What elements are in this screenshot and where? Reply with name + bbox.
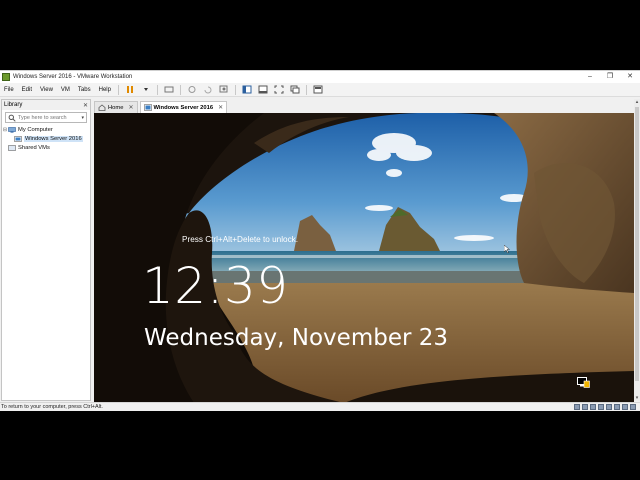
tab-windows-server-2016[interactable]: Windows Server 2016 ✕ bbox=[139, 101, 228, 113]
tree-item-label: Shared VMs bbox=[18, 144, 50, 151]
tab-bar: Home ✕ Windows Server 2016 ✕ bbox=[94, 100, 640, 113]
chevron-down-icon bbox=[143, 88, 148, 91]
device-status-icons bbox=[572, 404, 636, 410]
scroll-up-button[interactable]: ▴ bbox=[634, 99, 640, 105]
message-log-icon[interactable] bbox=[630, 404, 636, 410]
menu-file[interactable]: File bbox=[0, 83, 18, 97]
minimize-button[interactable]: – bbox=[580, 71, 600, 83]
vertical-scrollbar[interactable]: ▴ ▾ bbox=[634, 99, 640, 401]
menu-tabs[interactable]: Tabs bbox=[74, 83, 95, 97]
suspend-button[interactable] bbox=[124, 84, 136, 95]
tree-item-label: Windows Server 2016 bbox=[24, 135, 83, 142]
power-dropdown-button[interactable] bbox=[140, 84, 152, 95]
tab-home[interactable]: Home ✕ bbox=[94, 101, 138, 113]
library-title: Library bbox=[4, 102, 23, 108]
full-screen-button[interactable] bbox=[273, 84, 285, 95]
toolbar-separator bbox=[156, 84, 158, 95]
maximize-button[interactable]: ❐ bbox=[600, 71, 620, 83]
menu-vm[interactable]: VM bbox=[57, 83, 74, 97]
display-icon[interactable] bbox=[622, 404, 628, 410]
title-bar: Windows Server 2016 - VMware Workstation… bbox=[0, 71, 640, 83]
lock-screen-clock: 12:39 bbox=[142, 257, 289, 315]
tab-close-icon[interactable]: ✕ bbox=[218, 104, 223, 111]
computer-icon bbox=[8, 126, 16, 133]
vm-display[interactable]: Press Ctrl+Alt+Delete to unlock. 12:39 W… bbox=[94, 113, 634, 403]
vm-icon bbox=[143, 104, 152, 111]
thumbnail-bar-button[interactable] bbox=[257, 84, 269, 95]
tree-item-my-computer[interactable]: ⊟ My Computer bbox=[2, 125, 90, 134]
show-library-button[interactable] bbox=[241, 84, 253, 95]
snapshot-manager-icon bbox=[219, 85, 228, 93]
console-view-icon bbox=[313, 85, 323, 94]
library-panel: Library ✕ ▾ ⊟ My Computer Windows Server… bbox=[1, 99, 91, 401]
search-dropdown-button[interactable]: ▾ bbox=[81, 115, 84, 121]
console-view-button[interactable] bbox=[312, 84, 324, 95]
toolbar-separator bbox=[179, 84, 181, 95]
shared-vms-icon bbox=[8, 144, 16, 151]
tree-item-shared-vms[interactable]: Shared VMs bbox=[2, 143, 90, 152]
tree-item-label: My Computer bbox=[18, 126, 53, 133]
menu-bar: File Edit View VM Tabs Help bbox=[0, 83, 640, 97]
search-icon bbox=[8, 114, 16, 122]
thumbnail-icon bbox=[258, 85, 268, 94]
vmware-app-icon bbox=[2, 73, 10, 81]
tree-item-windows-server-2016[interactable]: Windows Server 2016 bbox=[2, 134, 90, 143]
printer-icon[interactable] bbox=[614, 404, 620, 410]
window-title: Windows Server 2016 - VMware Workstation bbox=[13, 74, 133, 80]
cd-dvd-icon[interactable] bbox=[582, 404, 588, 410]
menu-edit[interactable]: Edit bbox=[18, 83, 36, 97]
scroll-down-button[interactable]: ▾ bbox=[634, 395, 640, 401]
toolbar-separator bbox=[117, 84, 119, 95]
toolbar-separator bbox=[305, 84, 307, 95]
vmware-window: Windows Server 2016 - VMware Workstation… bbox=[0, 70, 640, 411]
tab-close-icon[interactable]: ✕ bbox=[128, 104, 133, 111]
snapshot-button[interactable] bbox=[186, 84, 198, 95]
usb-controller-icon[interactable] bbox=[598, 404, 604, 410]
search-input[interactable] bbox=[18, 114, 76, 121]
window-controls: – ❐ ✕ bbox=[580, 71, 640, 83]
toolbar-separator bbox=[234, 84, 236, 95]
hard-disk-icon[interactable] bbox=[574, 404, 580, 410]
network-status-icon[interactable] bbox=[577, 377, 590, 388]
keyboard-icon bbox=[164, 86, 174, 93]
scroll-thumb[interactable] bbox=[635, 107, 639, 381]
snapshot-manager-button[interactable] bbox=[218, 84, 230, 95]
send-ctrl-alt-del-button[interactable] bbox=[163, 84, 175, 95]
network-adapter-icon[interactable] bbox=[590, 404, 596, 410]
snapshot-icon bbox=[188, 86, 196, 93]
library-search[interactable]: ▾ bbox=[5, 112, 87, 123]
unity-icon bbox=[290, 85, 300, 94]
pause-icon bbox=[126, 86, 133, 93]
library-tree: ⊟ My Computer Windows Server 2016 Shared… bbox=[2, 125, 90, 152]
menu-view[interactable]: View bbox=[36, 83, 57, 97]
status-bar: To return to your computer, press Ctrl+A… bbox=[0, 402, 640, 411]
tab-label: Home bbox=[108, 104, 124, 111]
close-button[interactable]: ✕ bbox=[620, 71, 640, 83]
menu-help[interactable]: Help bbox=[95, 83, 115, 97]
sound-card-icon[interactable] bbox=[606, 404, 612, 410]
lock-screen-date: Wednesday, November 23 bbox=[144, 325, 449, 351]
unity-button[interactable] bbox=[289, 84, 301, 95]
unlock-hint: Press Ctrl+Alt+Delete to unlock. bbox=[182, 235, 299, 244]
status-message: To return to your computer, press Ctrl+A… bbox=[1, 404, 103, 410]
library-close-button[interactable]: ✕ bbox=[83, 102, 88, 109]
library-header: Library ✕ bbox=[2, 100, 90, 110]
revert-snapshot-button[interactable] bbox=[202, 84, 214, 95]
mouse-cursor-icon bbox=[504, 245, 510, 253]
full-screen-icon bbox=[274, 85, 284, 94]
tab-label: Windows Server 2016 bbox=[153, 104, 214, 111]
home-icon bbox=[98, 104, 106, 111]
vm-icon bbox=[14, 135, 22, 142]
revert-icon bbox=[204, 86, 212, 94]
library-view-icon bbox=[242, 85, 252, 94]
